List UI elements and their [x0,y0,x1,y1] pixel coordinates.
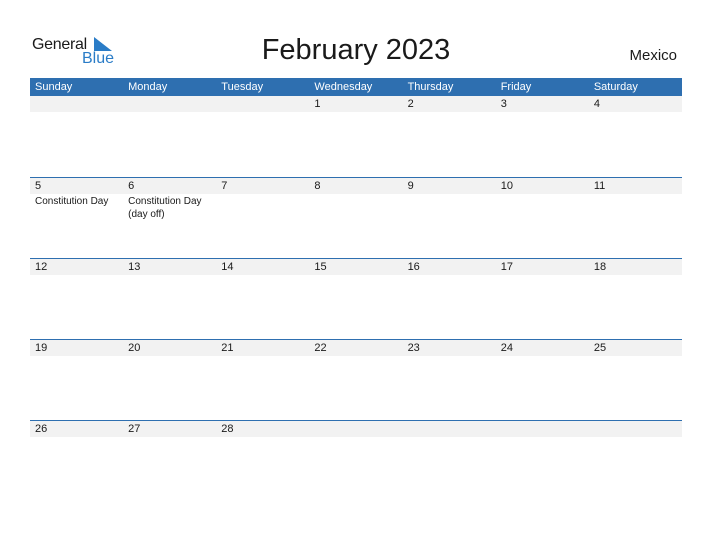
day-number: 20 [128,342,141,354]
events-row [30,356,682,357]
day-number: 8 [314,180,321,192]
holiday-label [123,356,216,357]
day-number [496,421,589,437]
holiday-label [589,275,682,276]
holiday-label [309,112,402,113]
week-row: 12 13 14 15 16 17 18 [30,258,682,339]
week-row: 26 27 28 [30,420,682,501]
day-number: 21 [221,342,234,354]
events-row [30,437,682,438]
day-number: 23 [407,342,420,354]
events-row: Constitution Day Constitution Day (day of… [30,194,682,221]
holiday-label [403,112,496,113]
holiday-label [403,356,496,357]
day-number: 17 [500,261,513,273]
week-row: 1 2 3 4 [30,96,682,177]
date-row: 19 20 21 22 23 24 25 [30,340,682,356]
holiday-label [589,356,682,357]
events-row [30,275,682,276]
calendar-grid: Sunday Monday Tuesday Wednesday Thursday… [30,78,682,501]
week-row: 5 6 7 8 9 10 11 Constitution Day Constitution Da… [30,177,682,258]
day-number: 15 [314,261,327,273]
date-row: 1 2 3 4 [30,96,682,112]
weekday-saturday: Saturday [593,81,638,93]
day-number: 13 [128,261,141,273]
holiday-label [30,437,123,438]
day-number: 18 [593,261,607,273]
calendar-title: February 2023 [261,34,451,66]
day-number [309,421,402,437]
events-row [30,112,682,113]
day-number: 1 [314,98,321,110]
day-number: 7 [221,180,228,192]
holiday-label [30,356,123,357]
day-number: 10 [500,180,513,192]
day-number: 6 [128,180,135,192]
holiday-label [216,437,309,438]
day-number: 16 [407,261,420,273]
holiday-label [403,437,496,438]
day-number [123,96,216,112]
day-number: 11 [593,180,606,192]
weekday-thursday: Thursday [407,81,454,93]
date-row: 26 27 28 [30,421,682,437]
holiday-label [403,194,496,221]
day-number [589,421,682,437]
day-number: 5 [35,180,42,192]
weekday-tuesday: Tuesday [221,81,264,93]
day-number: 9 [407,180,414,192]
holiday-label [123,437,216,438]
weekday-sunday: Sunday [35,81,73,93]
holiday-label [30,275,123,276]
day-number: 19 [35,342,48,354]
holiday-label [496,437,589,438]
holiday-label [30,112,123,113]
date-row: 5 6 7 8 9 10 11 [30,178,682,194]
weekday-wednesday: Wednesday [314,81,373,93]
day-number [30,96,123,112]
holiday-label: Constitution Day (day off) [128,196,202,220]
holiday-label [589,112,682,113]
day-number [216,96,309,112]
day-number: 14 [221,261,234,273]
holiday-label [309,437,402,438]
holiday-label [309,194,402,221]
holiday-label [123,275,216,276]
holiday-label [216,275,309,276]
day-number: 25 [593,342,607,354]
country-label: Mexico [629,47,677,64]
holiday-label [403,275,496,276]
holiday-label [496,112,589,113]
week-row: 19 20 21 22 23 24 25 [30,339,682,420]
weekday-monday: Monday [128,81,168,93]
day-number: 28 [221,423,234,435]
day-number: 22 [314,342,327,354]
day-number [403,421,496,437]
weekday-header: Sunday Monday Tuesday Wednesday Thursday… [30,78,682,96]
holiday-label [309,275,402,276]
day-number: 4 [593,98,600,110]
holiday-label [496,275,589,276]
holiday-label [216,194,309,221]
holiday-label [589,437,682,438]
holiday-label: Constitution Day [35,196,109,207]
holiday-label [496,356,589,357]
day-number: 2 [407,98,414,110]
holiday-label [496,194,589,221]
holiday-label [216,112,309,113]
weekday-friday: Friday [500,81,532,93]
holiday-label [309,356,402,357]
day-number: 3 [500,98,507,110]
day-number: 12 [35,261,48,273]
holiday-label [589,194,682,221]
day-number: 24 [500,342,513,354]
day-number: 27 [128,423,141,435]
holiday-label [216,356,309,357]
holiday-label [123,112,216,113]
day-number: 26 [35,423,48,435]
date-row: 12 13 14 15 16 17 18 [30,259,682,275]
